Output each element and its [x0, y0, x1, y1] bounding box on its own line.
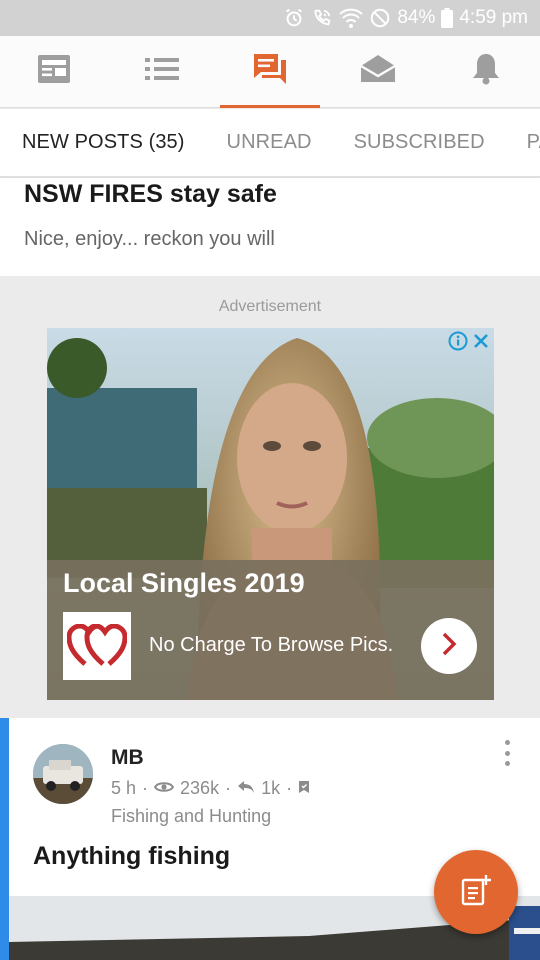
ad-tagline: No Charge To Browse Pics. [149, 634, 394, 656]
alarm-icon [283, 7, 305, 29]
snippet-body: Nice, enjoy... reckon you will [24, 228, 275, 250]
ad-banner[interactable]: Local Singles 2019 No Charge To Browse P… [47, 328, 494, 700]
tab-partial[interactable]: PA [505, 131, 540, 154]
top-nav [0, 36, 540, 108]
meta-separator: · [225, 778, 232, 798]
nav-list[interactable] [108, 36, 216, 107]
ad-controls [448, 331, 490, 356]
clock: 4:59 pm [459, 7, 528, 28]
messages-icon [360, 54, 396, 89]
tab-new-posts[interactable]: NEW POSTS (35) [0, 131, 185, 154]
battery-percent: 84% [397, 7, 436, 28]
thread-replies: 1k [261, 778, 281, 798]
eye-icon [153, 778, 175, 799]
new-post-icon [459, 873, 493, 912]
reply-icon [237, 778, 255, 799]
ad-headline: Local Singles 2019 [63, 568, 305, 598]
battery-icon [441, 8, 454, 28]
wifi-call-icon [311, 7, 333, 29]
more-options-icon[interactable] [497, 740, 517, 766]
status-bar: 84% 4:59 pm [0, 0, 540, 36]
adchoices-info-icon[interactable] [448, 331, 468, 356]
new-post-button[interactable] [434, 850, 518, 934]
do-not-disturb-icon [369, 7, 391, 29]
meta-separator: · [286, 778, 293, 798]
thread-accent-bar [0, 718, 9, 960]
tab-subscribed[interactable]: SUBSCRIBED [332, 131, 485, 154]
snippet-title: NSW FIRES stay safe [24, 180, 277, 208]
ad-label: Advertisement [218, 298, 322, 315]
tab-unread[interactable]: UNREAD [205, 131, 312, 154]
notifications-icon [471, 52, 501, 91]
thread-views: 236k [180, 778, 220, 798]
thread-title[interactable]: Anything fishing [33, 842, 230, 871]
forum-icon [252, 52, 288, 91]
avatar[interactable] [33, 744, 93, 804]
nav-forum[interactable] [216, 36, 324, 108]
hearts-logo-icon [63, 612, 131, 680]
ad-open-button[interactable] [421, 618, 477, 674]
post-snippet-card[interactable]: NSW FIRES stay safe Nice, enjoy... recko… [0, 178, 540, 276]
tab-bar: NEW POSTS (35) UNREAD SUBSCRIBED PA [0, 109, 540, 177]
meta-separator: · [142, 778, 149, 798]
news-icon [37, 54, 71, 89]
bookmark-icon[interactable] [298, 778, 310, 799]
close-icon[interactable] [472, 332, 490, 355]
nav-notifications[interactable] [432, 36, 540, 107]
nav-news[interactable] [0, 36, 108, 107]
list-icon [145, 57, 179, 86]
thread-author[interactable]: MB [111, 746, 144, 770]
thread-category[interactable]: Fishing and Hunting [111, 806, 271, 827]
nav-messages[interactable] [324, 36, 432, 107]
chevron-right-icon [441, 632, 457, 661]
ad-caption-panel: Local Singles 2019 No Charge To Browse P… [47, 560, 494, 700]
thread-age: 5 h [111, 778, 137, 798]
thread-meta: 5 h · 236k · 1k · [111, 778, 310, 799]
wifi-icon [339, 7, 363, 29]
